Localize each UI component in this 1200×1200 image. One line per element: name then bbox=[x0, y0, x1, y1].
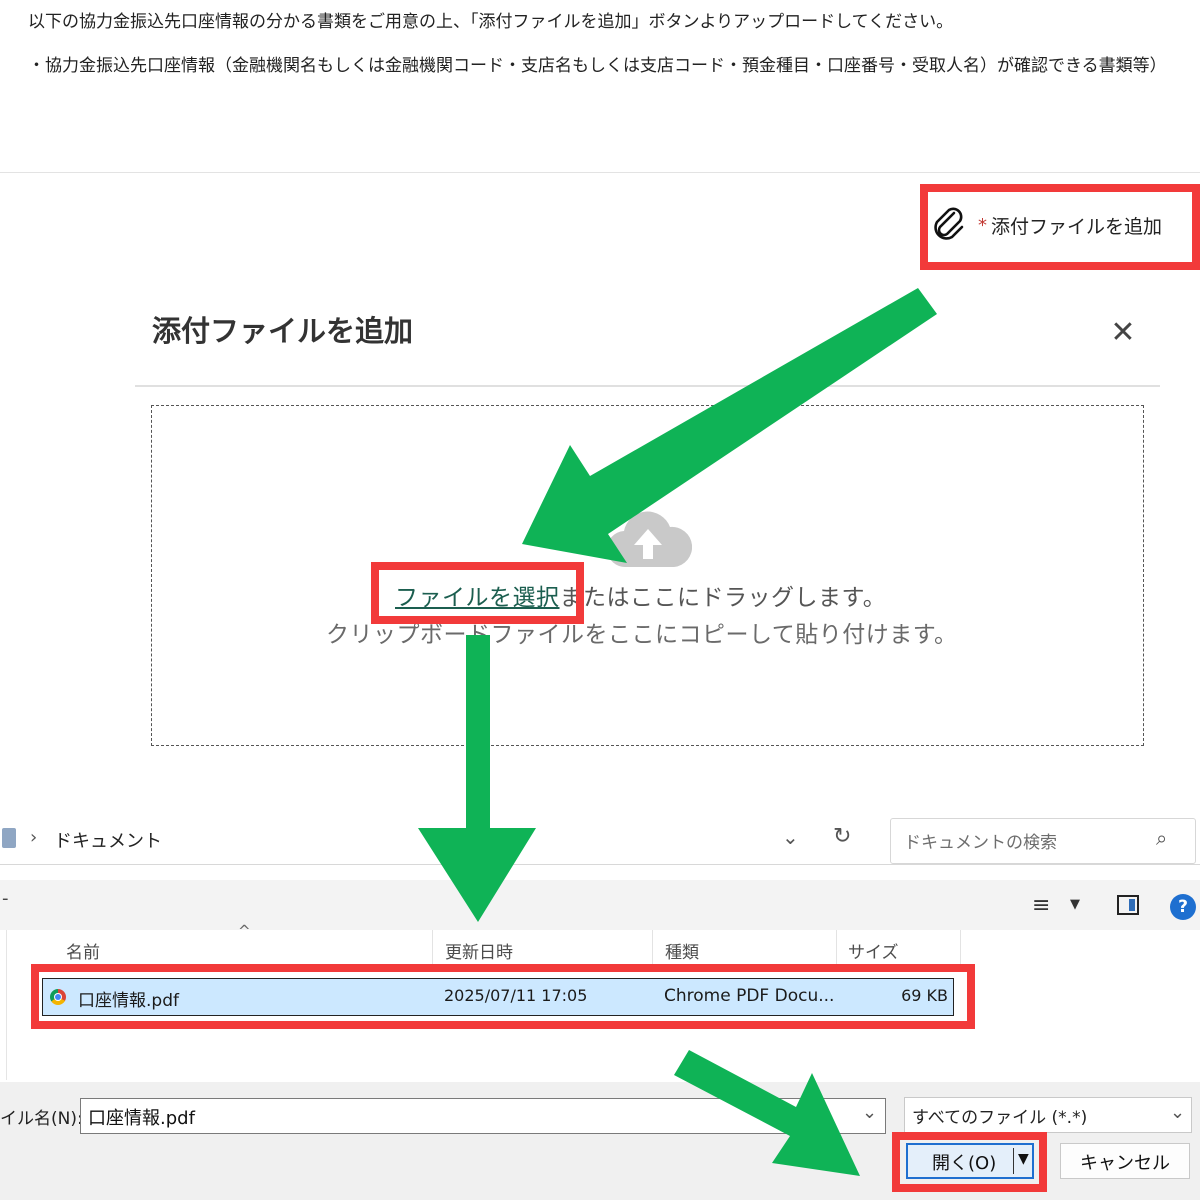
arrow-select-to-dialog bbox=[418, 635, 536, 922]
arrow-row-to-open bbox=[674, 1050, 860, 1176]
arrow-attach-to-select bbox=[522, 288, 937, 563]
instruction-arrows bbox=[418, 288, 937, 1176]
